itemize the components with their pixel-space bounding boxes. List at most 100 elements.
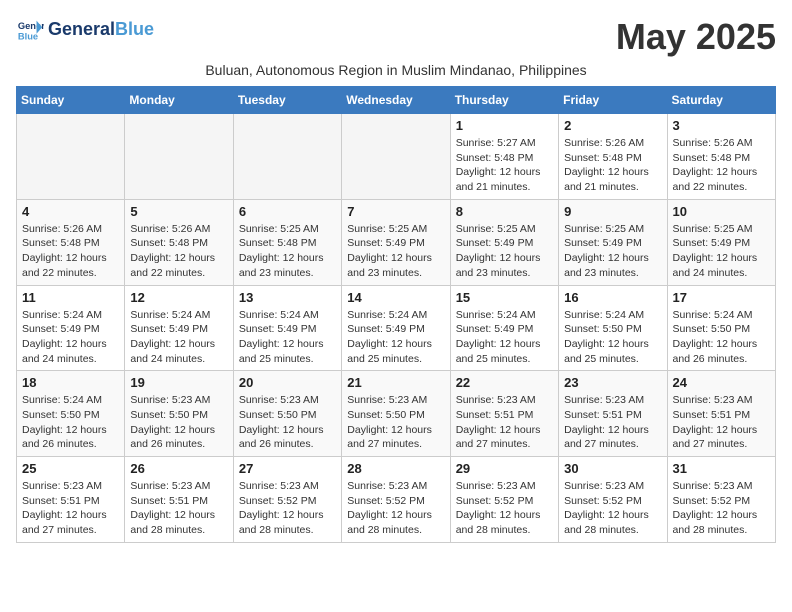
weekday-header-thursday: Thursday	[450, 87, 558, 114]
day-cell-17: 17Sunrise: 5:24 AMSunset: 5:50 PMDayligh…	[667, 285, 775, 371]
day-info: Sunrise: 5:25 AMSunset: 5:49 PMDaylight:…	[673, 222, 770, 281]
day-number: 24	[673, 375, 770, 390]
day-cell-11: 11 Sunrise: 5:24 AMSunset: 5:49 PMDayligh…	[17, 285, 125, 371]
day-number: 11	[22, 290, 119, 305]
day-cell-12: 12Sunrise: 5:24 AMSunset: 5:49 PMDayligh…	[125, 285, 233, 371]
day-number: 4	[22, 204, 119, 219]
day-cell-16: 16 Sunrise: 5:24 AMSunset: 5:50 PMDayligh…	[559, 285, 667, 371]
day-cell-10: 10 Sunrise: 5:25 AMSunset: 5:49 PMDayligh…	[667, 199, 775, 285]
week-row-2: 4 Sunrise: 5:26 AMSunset: 5:48 PMDaylight…	[17, 199, 776, 285]
day-cell-2: 2 Sunrise: 5:26 AMSunset: 5:48 PMDaylight…	[559, 114, 667, 200]
day-cell-31: 31 Sunrise: 5:23 AMSunset: 5:52 PMDayligh…	[667, 457, 775, 543]
day-number: 22	[456, 375, 553, 390]
day-number: 28	[347, 461, 444, 476]
day-number: 23	[564, 375, 661, 390]
month-title: May 2025	[616, 16, 776, 58]
day-cell-27: 27Sunrise: 5:23 AMSunset: 5:52 PMDayligh…	[233, 457, 341, 543]
day-info: Sunrise: 5:24 AMSunset: 5:49 PMDaylight:…	[347, 308, 444, 367]
day-info: Sunrise: 5:23 AMSunset: 5:50 PMDaylight:…	[130, 393, 227, 452]
day-cell-28: 28Sunrise: 5:23 AMSunset: 5:52 PMDayligh…	[342, 457, 450, 543]
day-cell-25: 25 Sunrise: 5:23 AMSunset: 5:51 PMDayligh…	[17, 457, 125, 543]
day-cell-9: 9Sunrise: 5:25 AMSunset: 5:49 PMDaylight…	[559, 199, 667, 285]
day-number: 30	[564, 461, 661, 476]
day-info: Sunrise: 5:26 AMSunset: 5:48 PMDaylight:…	[22, 222, 119, 281]
day-number: 2	[564, 118, 661, 133]
day-info: Sunrise: 5:25 AMSunset: 5:49 PMDaylight:…	[456, 222, 553, 281]
day-info: Sunrise: 5:23 AMSunset: 5:52 PMDaylight:…	[673, 479, 770, 538]
empty-cell	[342, 114, 450, 200]
logo-icon: General Blue	[16, 16, 44, 44]
day-number: 14	[347, 290, 444, 305]
day-number: 29	[456, 461, 553, 476]
day-info: Sunrise: 5:23 AMSunset: 5:52 PMDaylight:…	[456, 479, 553, 538]
day-cell-20: 20 Sunrise: 5:23 AMSunset: 5:50 PMDayligh…	[233, 371, 341, 457]
day-info: Sunrise: 5:24 AMSunset: 5:50 PMDaylight:…	[673, 308, 770, 367]
empty-cell	[233, 114, 341, 200]
day-cell-7: 7Sunrise: 5:25 AMSunset: 5:49 PMDaylight…	[342, 199, 450, 285]
logo: General Blue GeneralBlue	[16, 16, 154, 44]
day-info: Sunrise: 5:23 AMSunset: 5:51 PMDaylight:…	[130, 479, 227, 538]
day-info: Sunrise: 5:25 AMSunset: 5:49 PMDaylight:…	[347, 222, 444, 281]
weekday-header-friday: Friday	[559, 87, 667, 114]
day-cell-18: 18Sunrise: 5:24 AMSunset: 5:50 PMDayligh…	[17, 371, 125, 457]
day-info: Sunrise: 5:23 AMSunset: 5:50 PMDaylight:…	[239, 393, 336, 452]
day-info: Sunrise: 5:23 AMSunset: 5:51 PMDaylight:…	[673, 393, 770, 452]
day-info: Sunrise: 5:24 AMSunset: 5:49 PMDaylight:…	[22, 308, 119, 367]
header: General Blue GeneralBlue May 2025	[16, 16, 776, 58]
calendar-subtitle: Buluan, Autonomous Region in Muslim Mind…	[16, 62, 776, 78]
week-row-4: 18Sunrise: 5:24 AMSunset: 5:50 PMDayligh…	[17, 371, 776, 457]
day-info: Sunrise: 5:26 AMSunset: 5:48 PMDaylight:…	[564, 136, 661, 195]
day-number: 26	[130, 461, 227, 476]
day-number: 27	[239, 461, 336, 476]
day-cell-21: 21 Sunrise: 5:23 AMSunset: 5:50 PMDayligh…	[342, 371, 450, 457]
week-row-3: 11 Sunrise: 5:24 AMSunset: 5:49 PMDayligh…	[17, 285, 776, 371]
day-cell-5: 5 Sunrise: 5:26 AMSunset: 5:48 PMDaylight…	[125, 199, 233, 285]
day-number: 20	[239, 375, 336, 390]
day-cell-15: 15 Sunrise: 5:24 AMSunset: 5:49 PMDayligh…	[450, 285, 558, 371]
day-info: Sunrise: 5:26 AMSunset: 5:48 PMDaylight:…	[130, 222, 227, 281]
day-info: Sunrise: 5:23 AMSunset: 5:51 PMDaylight:…	[22, 479, 119, 538]
day-info: Sunrise: 5:23 AMSunset: 5:50 PMDaylight:…	[347, 393, 444, 452]
day-cell-14: 14 Sunrise: 5:24 AMSunset: 5:49 PMDayligh…	[342, 285, 450, 371]
day-number: 5	[130, 204, 227, 219]
day-number: 21	[347, 375, 444, 390]
svg-text:Blue: Blue	[18, 31, 38, 41]
day-cell-4: 4 Sunrise: 5:26 AMSunset: 5:48 PMDaylight…	[17, 199, 125, 285]
day-number: 31	[673, 461, 770, 476]
day-info: Sunrise: 5:24 AMSunset: 5:49 PMDaylight:…	[239, 308, 336, 367]
day-cell-13: 13 Sunrise: 5:24 AMSunset: 5:49 PMDayligh…	[233, 285, 341, 371]
day-cell-30: 30 Sunrise: 5:23 AMSunset: 5:52 PMDayligh…	[559, 457, 667, 543]
weekday-header-wednesday: Wednesday	[342, 87, 450, 114]
day-info: Sunrise: 5:24 AMSunset: 5:49 PMDaylight:…	[456, 308, 553, 367]
day-number: 8	[456, 204, 553, 219]
weekday-header-saturday: Saturday	[667, 87, 775, 114]
day-number: 19	[130, 375, 227, 390]
day-number: 25	[22, 461, 119, 476]
day-info: Sunrise: 5:24 AMSunset: 5:50 PMDaylight:…	[22, 393, 119, 452]
day-cell-6: 6Sunrise: 5:25 AMSunset: 5:48 PMDaylight…	[233, 199, 341, 285]
day-cell-8: 8 Sunrise: 5:25 AMSunset: 5:49 PMDaylight…	[450, 199, 558, 285]
day-info: Sunrise: 5:27 AMSunset: 5:48 PMDaylight:…	[456, 136, 553, 195]
day-cell-29: 29 Sunrise: 5:23 AMSunset: 5:52 PMDayligh…	[450, 457, 558, 543]
day-cell-24: 24 Sunrise: 5:23 AMSunset: 5:51 PMDayligh…	[667, 371, 775, 457]
day-number: 1	[456, 118, 553, 133]
week-row-5: 25 Sunrise: 5:23 AMSunset: 5:51 PMDayligh…	[17, 457, 776, 543]
day-info: Sunrise: 5:24 AMSunset: 5:50 PMDaylight:…	[564, 308, 661, 367]
weekday-header-monday: Monday	[125, 87, 233, 114]
day-number: 12	[130, 290, 227, 305]
day-info: Sunrise: 5:23 AMSunset: 5:51 PMDaylight:…	[564, 393, 661, 452]
day-number: 10	[673, 204, 770, 219]
day-cell-1: 1 Sunrise: 5:27 AMSunset: 5:48 PMDaylight…	[450, 114, 558, 200]
weekday-header-row: SundayMondayTuesdayWednesdayThursdayFrid…	[17, 87, 776, 114]
day-number: 13	[239, 290, 336, 305]
weekday-header-tuesday: Tuesday	[233, 87, 341, 114]
empty-cell	[17, 114, 125, 200]
day-info: Sunrise: 5:25 AMSunset: 5:48 PMDaylight:…	[239, 222, 336, 281]
day-number: 15	[456, 290, 553, 305]
week-row-1: 1 Sunrise: 5:27 AMSunset: 5:48 PMDaylight…	[17, 114, 776, 200]
day-cell-3: 3Sunrise: 5:26 AMSunset: 5:48 PMDaylight…	[667, 114, 775, 200]
day-cell-19: 19 Sunrise: 5:23 AMSunset: 5:50 PMDayligh…	[125, 371, 233, 457]
day-cell-26: 26 Sunrise: 5:23 AMSunset: 5:51 PMDayligh…	[125, 457, 233, 543]
day-number: 16	[564, 290, 661, 305]
day-info: Sunrise: 5:23 AMSunset: 5:52 PMDaylight:…	[564, 479, 661, 538]
